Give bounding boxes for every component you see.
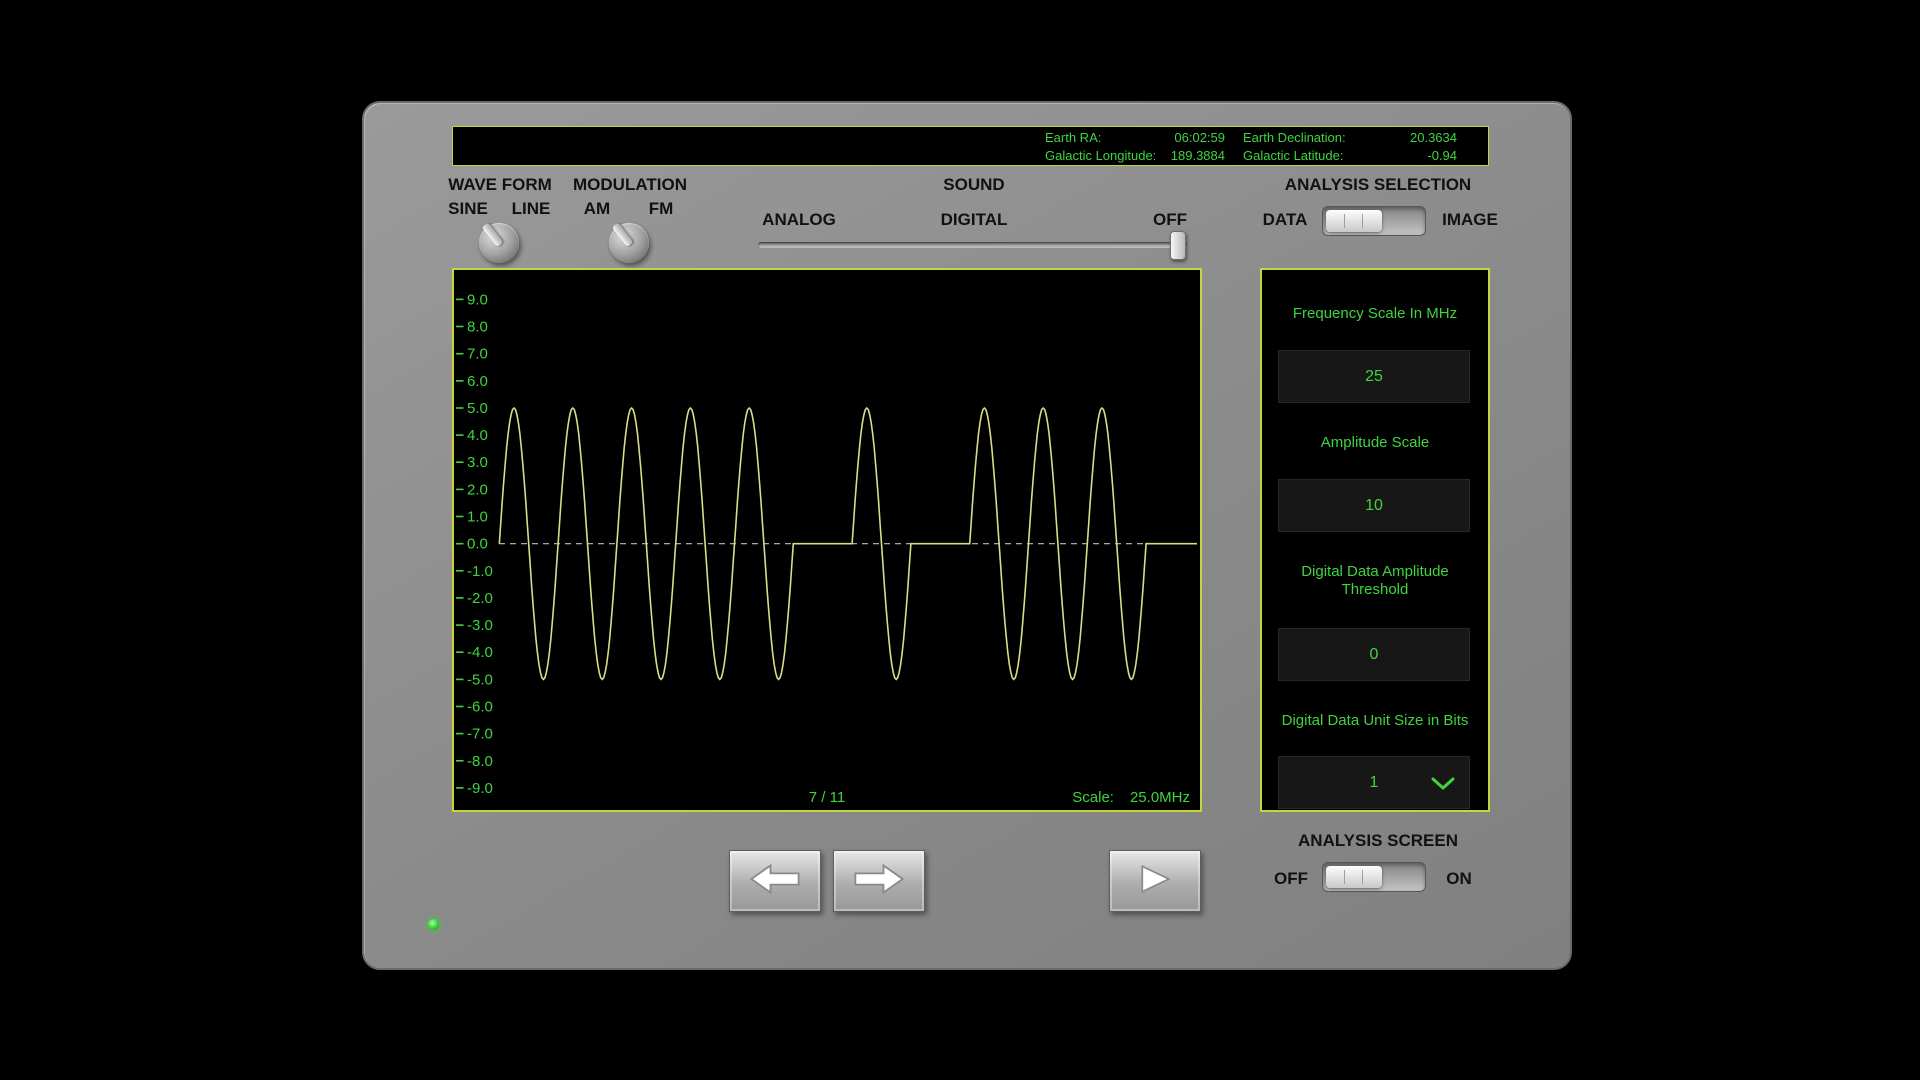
svg-text:-5.0: -5.0	[467, 671, 493, 688]
status-row: Galactic Longitude: 189.3884 Galactic La…	[1045, 148, 1457, 164]
earth-ra-value: 06:02:59	[1163, 130, 1225, 146]
digital-threshold-input[interactable]: 0	[1278, 628, 1470, 681]
svg-text:0.0: 0.0	[467, 536, 488, 553]
analysis-selection-title: ANALYSIS SELECTION	[1285, 175, 1471, 195]
svg-text:6.0: 6.0	[467, 373, 488, 390]
unit-size-label: Digital Data Unit Size in Bits	[1272, 712, 1478, 730]
svg-text:4.0: 4.0	[467, 427, 488, 444]
arrow-left-icon	[748, 862, 802, 901]
wave-form-knob[interactable]	[479, 223, 519, 263]
svg-text:-7.0: -7.0	[467, 726, 493, 743]
sound-option-digital: DIGITAL	[941, 210, 1008, 230]
analysis-selection-toggle[interactable]	[1322, 206, 1426, 236]
status-readouts: Earth RA: 06:02:59 Earth Declination: 20…	[1045, 130, 1457, 166]
svg-text:-1.0: -1.0	[467, 563, 493, 580]
earth-declination-value: 20.3634	[1389, 130, 1457, 146]
svg-text:9.0: 9.0	[467, 291, 488, 308]
svg-text:-6.0: -6.0	[467, 699, 493, 716]
wave-form-title: WAVE FORM	[448, 175, 552, 195]
svg-text:3.0: 3.0	[467, 454, 488, 471]
play-button[interactable]	[1109, 850, 1201, 912]
scale-readout: Scale: 25.0MHz	[1072, 789, 1190, 806]
frequency-scale-value: 25	[1365, 368, 1383, 386]
svg-text:-2.0: -2.0	[467, 590, 493, 607]
analysis-screen-title: ANALYSIS SCREEN	[1298, 831, 1458, 851]
toggle-knob	[1326, 210, 1382, 232]
sound-title: SOUND	[943, 175, 1004, 195]
analysis-selection-option-image: IMAGE	[1442, 210, 1498, 230]
digital-threshold-value: 0	[1370, 646, 1379, 664]
galactic-longitude-value: 189.3884	[1163, 148, 1225, 164]
svg-text:7.0: 7.0	[467, 346, 488, 363]
oscilloscope-screen: 9.0 8.0 7.0 6.0 5.0 4.0 3.0 2.0 1.0 0.0 -1.0 -2.0 -3…	[452, 268, 1202, 812]
frequency-scale-input[interactable]: 25	[1278, 350, 1470, 403]
unit-size-select[interactable]: 1	[1278, 756, 1470, 809]
scope-plot: 9.0 8.0 7.0 6.0 5.0 4.0 3.0 2.0 1.0 0.0 -1.0 -2.0 -3…	[454, 270, 1200, 810]
settings-panel: Frequency Scale In MHz 25 Amplitude Scal…	[1260, 268, 1490, 812]
sound-slider-track[interactable]	[758, 242, 1187, 248]
galactic-latitude-value: -0.94	[1389, 148, 1457, 164]
svg-text:-8.0: -8.0	[467, 753, 493, 770]
sound-slider-handle[interactable]	[1170, 231, 1186, 260]
amplitude-scale-value: 10	[1365, 497, 1383, 515]
svg-text:8.0: 8.0	[467, 319, 488, 336]
modulation-option-am: AM	[584, 199, 610, 219]
svg-text:-3.0: -3.0	[467, 617, 493, 634]
sound-option-off: OFF	[1153, 210, 1187, 230]
analysis-screen-option-on: ON	[1446, 869, 1472, 889]
amplitude-scale-label: Amplitude Scale	[1272, 434, 1478, 452]
galactic-latitude-label: Galactic Latitude:	[1243, 148, 1389, 164]
svg-text:5.0: 5.0	[467, 400, 488, 417]
sound-option-analog: ANALOG	[762, 210, 836, 230]
galactic-longitude-label: Galactic Longitude:	[1045, 148, 1163, 164]
svg-text:2.0: 2.0	[467, 481, 488, 498]
background: Earth RA: 06:02:59 Earth Declination: 20…	[0, 0, 1920, 1080]
modulation-title: MODULATION	[573, 175, 687, 195]
svg-text:-4.0: -4.0	[467, 644, 493, 661]
modulation-option-fm: FM	[649, 199, 674, 219]
scale-value: 25.0MHz	[1130, 789, 1190, 806]
status-bar: Earth RA: 06:02:59 Earth Declination: 20…	[452, 126, 1489, 166]
svg-text:1.0: 1.0	[467, 509, 488, 526]
amplitude-scale-input[interactable]: 10	[1278, 479, 1470, 532]
modulation-knob[interactable]	[609, 223, 649, 263]
previous-frame-button[interactable]	[729, 850, 821, 912]
analysis-selection-option-data: DATA	[1263, 210, 1308, 230]
chevron-down-icon	[1431, 777, 1455, 795]
analysis-screen-toggle[interactable]	[1322, 862, 1426, 892]
next-frame-button[interactable]	[833, 850, 925, 912]
status-row: Earth RA: 06:02:59 Earth Declination: 20…	[1045, 130, 1457, 146]
wave-form-option-sine: SINE	[448, 199, 488, 219]
digital-threshold-label: Digital Data Amplitude Threshold	[1272, 563, 1478, 599]
arrow-right-icon	[852, 862, 906, 901]
power-led	[428, 919, 439, 930]
unit-size-value: 1	[1370, 774, 1379, 792]
scale-label: Scale:	[1072, 789, 1114, 806]
toggle-knob	[1326, 866, 1382, 888]
analysis-screen-option-off: OFF	[1274, 869, 1308, 889]
wave-form-option-line: LINE	[512, 199, 551, 219]
earth-ra-label: Earth RA:	[1045, 130, 1163, 146]
frequency-scale-label: Frequency Scale In MHz	[1272, 305, 1478, 323]
earth-declination-label: Earth Declination:	[1243, 130, 1389, 146]
instrument-panel: Earth RA: 06:02:59 Earth Declination: 20…	[362, 101, 1572, 970]
play-icon	[1137, 863, 1173, 900]
